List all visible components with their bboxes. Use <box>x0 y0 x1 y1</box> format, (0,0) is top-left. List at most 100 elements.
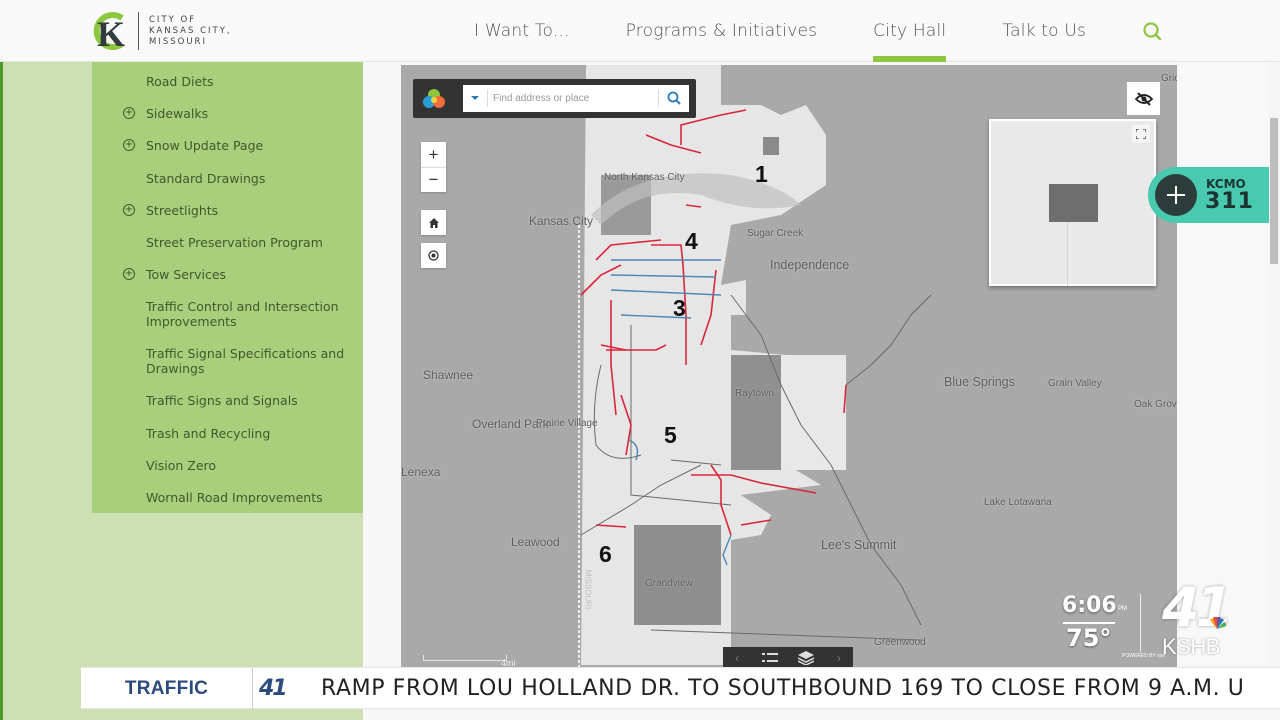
sidebar-edge <box>0 62 3 720</box>
district-label: 5 <box>664 422 677 448</box>
scrollbar-thumb[interactable] <box>1270 118 1278 264</box>
map-bottom-toolbar: ‹ › <box>723 647 853 667</box>
ticker-station-logo: 41 <box>259 676 288 701</box>
chevron-left-icon: ‹ <box>735 651 740 665</box>
nav-talk-to-us[interactable]: Talk to Us <box>1002 0 1086 62</box>
home-icon <box>428 217 439 228</box>
overview-road <box>1067 221 1068 286</box>
sidebar-item-label: Tow Services <box>146 267 227 282</box>
sidebar-item-label: Standard Drawings <box>146 171 266 186</box>
divider <box>658 90 659 107</box>
search-box <box>463 85 689 112</box>
sidebar-item-label: Snow Update Page <box>146 138 264 153</box>
logo-text: CITY OF KANSAS CITY, MISSOURI <box>149 15 232 48</box>
plus-circle-icon[interactable]: + <box>123 107 135 119</box>
locate-button[interactable] <box>421 243 446 268</box>
site-header: K CITY OF KANSAS CITY, MISSOURI I Want T… <box>0 0 1280 62</box>
prev-button[interactable]: ‹ <box>723 647 751 667</box>
map-label-lenexa: Lenexa <box>401 465 441 479</box>
map-view[interactable]: North Kansas City Kansas City Sugar Cree… <box>401 65 1177 667</box>
page: K CITY OF KANSAS CITY, MISSOURI I Want T… <box>0 0 1280 720</box>
district-label: 6 <box>599 541 612 567</box>
map-label-prairie-village: Prairie Village <box>536 418 598 429</box>
expand-button[interactable] <box>1132 125 1150 143</box>
powered-by-esri: POWERED BY esri <box>1122 653 1166 659</box>
logo-line-3: MISSOURI <box>149 36 207 47</box>
zoom-out-button[interactable]: − <box>421 167 446 192</box>
map-label-independence: Independence <box>770 258 850 272</box>
map-label-lees-summit: Lee's Summit <box>821 538 897 552</box>
map-label-overland-park: Overland Park <box>472 417 549 431</box>
map-label-lake-lotawana: Lake Lotawana <box>984 497 1052 508</box>
station-call-letters: KSHB <box>1162 634 1220 659</box>
kc-logo-mark-icon: K <box>92 10 130 54</box>
main-nav: I Want To... Programs & Initiatives City… <box>460 0 1142 62</box>
toggle-overview-button[interactable] <box>1127 82 1160 115</box>
sidebar-item-label: Streetlights <box>146 203 219 218</box>
zoom-in-button[interactable]: + <box>421 142 446 167</box>
sidebar-item-label: Trash and Recycling <box>146 426 271 441</box>
map-label-raytown: Raytown <box>735 388 774 399</box>
sidebar-item-label: Vision Zero <box>146 458 217 473</box>
map-search-widget <box>413 79 696 118</box>
district-label: 4 <box>685 228 698 254</box>
sidebar-item-label: Traffic Signs and Signals <box>146 393 298 408</box>
plus-circle-icon[interactable]: + <box>123 268 135 280</box>
broadcast-temperature: 75° <box>1066 624 1112 652</box>
search-icon[interactable] <box>1141 20 1163 42</box>
nav-city-hall[interactable]: City Hall <box>873 0 947 62</box>
nbc-peacock-icon <box>1208 616 1227 629</box>
map-label-north-kansas-city: North Kansas City <box>604 172 685 183</box>
layers-button[interactable] <box>788 647 825 667</box>
map-label-gridley: Gridley <box>1161 73 1177 84</box>
kc-logo[interactable]: K CITY OF KANSAS CITY, MISSOURI <box>92 10 232 54</box>
bug-vertical-divider <box>1140 594 1141 652</box>
ticker-category: TRAFFIC <box>124 678 209 699</box>
next-button[interactable]: › <box>825 647 853 667</box>
locate-icon <box>428 250 439 261</box>
search-icon[interactable] <box>666 90 683 107</box>
legend-list-icon <box>761 653 778 662</box>
app-logo-icon <box>422 87 446 111</box>
map-label-greenwood: Greenwood <box>874 637 926 648</box>
broadcast-ampm: PM <box>1118 606 1127 612</box>
scale-bar <box>423 655 507 661</box>
scale-label: 4mi <box>501 658 516 667</box>
kcmo-number: 311 <box>1205 189 1254 214</box>
map-label-sugar-creek: Sugar Creek <box>747 228 804 239</box>
map-label-grain-valley: Grain Valley <box>1048 378 1102 389</box>
plus-circle-icon[interactable]: + <box>123 204 135 216</box>
plus-icon <box>1155 174 1197 216</box>
nav-programs-initiatives[interactable]: Programs & Initiatives <box>626 0 818 62</box>
sidebar-item-label: Street Preservation Program <box>146 235 323 250</box>
ticker-headline: RAMP FROM LOU HOLLAND DR. TO SOUTHBOUND … <box>321 676 1245 701</box>
legend-button[interactable] <box>751 647 788 667</box>
broadcast-time: 6:06 <box>1062 593 1117 618</box>
home-button[interactable] <box>421 210 446 235</box>
address-search-input[interactable] <box>493 85 653 112</box>
overview-map[interactable] <box>989 119 1156 286</box>
map-label-blue-springs: Blue Springs <box>944 375 1015 389</box>
eye-slash-icon <box>1134 91 1153 106</box>
sidebar-item-label: Traffic Control and Intersection Improve… <box>146 299 339 329</box>
overview-extent[interactable] <box>1049 184 1098 222</box>
map-label-oak-grove: Oak Grove <box>1134 399 1177 410</box>
kcmo-311-button[interactable]: KCMO 311 <box>1148 167 1269 223</box>
expand-icon <box>1136 129 1146 139</box>
sidebar-item-label: Traffic Signal Specifications and Drawin… <box>146 346 345 376</box>
map-label-missouri: MISSOURI <box>583 569 593 610</box>
map-label-kansas-city: Kansas City <box>529 214 594 228</box>
news-ticker: TRAFFIC 41 RAMP FROM LOU HOLLAND DR. TO … <box>81 667 1280 710</box>
sidebar-menu: Road Diets + Sidewalks + Snow Update Pag… <box>92 62 363 513</box>
logo-divider <box>138 12 139 50</box>
nav-i-want-to[interactable]: I Want To... <box>474 0 570 62</box>
plus-circle-icon[interactable]: + <box>123 139 135 151</box>
map-label-grandview: Grandview <box>645 578 693 589</box>
layers-icon <box>798 651 815 665</box>
map-label-shawnee: Shawnee <box>423 368 474 382</box>
divider <box>487 90 488 107</box>
svg-text:K: K <box>97 14 125 52</box>
source-dropdown-icon[interactable] <box>471 96 479 100</box>
district-label: 3 <box>673 295 686 321</box>
sidebar-item-label: Road Diets <box>146 74 214 89</box>
